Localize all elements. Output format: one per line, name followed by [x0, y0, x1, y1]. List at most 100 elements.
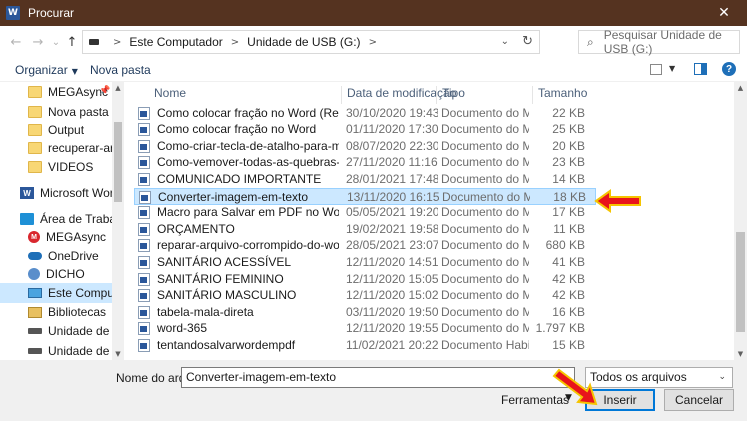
column-header-name[interactable]: Nome: [154, 86, 186, 104]
scroll-up-icon[interactable]: ▲: [112, 84, 124, 92]
navigation-pane: MEGAsync 📌 Nova pasta Output recuperar-a…: [0, 82, 124, 360]
view-options-icon[interactable]: [650, 64, 662, 75]
sidebar-item-output[interactable]: Output: [0, 120, 112, 140]
sidebar-item-bibliotecas[interactable]: Bibliotecas: [0, 302, 112, 322]
scroll-down-icon[interactable]: ▼: [734, 350, 747, 358]
mega-icon: M: [28, 231, 40, 243]
recent-locations-chevron-icon[interactable]: ⌄: [48, 34, 64, 50]
breadcrumb-usb-drive[interactable]: Unidade de USB (G:): [247, 35, 360, 49]
table-row[interactable]: tentandosalvarwordempdf 11/02/2021 20:22 D…: [134, 337, 596, 354]
table-row[interactable]: SANITÁRIO MASCULINO 12/11/2020 15:02 Docum…: [134, 287, 596, 304]
file-size: 14 KB: [552, 172, 585, 186]
up-arrow-icon[interactable]: ↑: [64, 34, 80, 50]
file-size: 16 KB: [552, 304, 585, 319]
table-row[interactable]: Como colocar fração no Word (Recuperado)…: [134, 105, 596, 122]
new-folder-button[interactable]: Nova pasta: [90, 63, 151, 77]
back-arrow-icon[interactable]: ←: [8, 34, 24, 50]
file-type-filter-select[interactable]: Todos os arquivos ⌄: [585, 367, 733, 388]
file-name: ORÇAMENTO: [157, 221, 235, 236]
table-row[interactable]: Como-vemover-todas-as-quebras-de-se... 27…: [134, 154, 596, 171]
address-bar[interactable]: > Este Computador > Unidade de USB (G:) …: [82, 30, 540, 54]
file-type: Documento do Mi...: [441, 122, 529, 137]
word-document-icon: [138, 289, 150, 303]
preview-pane-icon[interactable]: [694, 63, 707, 75]
view-caret-icon[interactable]: ▼: [669, 64, 675, 73]
table-row[interactable]: COMUNICADO IMPORTANTE 28/01/2021 17:48 Doc…: [134, 171, 596, 188]
cancel-button[interactable]: Cancelar: [664, 389, 734, 411]
sidebar-item-usb-drive[interactable]: Unidade de USB: [0, 341, 112, 360]
table-row[interactable]: SANITÁRIO FEMININO 12/11/2020 15:05 Docume…: [134, 271, 596, 288]
file-type: Documento Habili...: [441, 338, 529, 352]
help-icon[interactable]: ?: [722, 62, 736, 76]
sidebar-item-megasync[interactable]: M MEGAsync: [0, 227, 112, 247]
sidebar-item-label: Área de Trabalho: [40, 212, 112, 226]
sidebar-item-area-de-trabalho[interactable]: Área de Trabalho: [0, 209, 112, 229]
file-type: Documento do Mi...: [441, 238, 529, 253]
search-input[interactable]: ⌕ Pesquisar Unidade de USB (G:): [578, 28, 740, 56]
file-list-scrollbar[interactable]: ▲ ▼: [734, 82, 747, 360]
table-row[interactable]: ORÇAMENTO 19/02/2021 19:58Documento do Mi…: [134, 221, 596, 238]
column-header-size[interactable]: Tamanho: [532, 86, 587, 104]
breadcrumb-separator: >: [113, 36, 122, 48]
file-type: Documento do Mi...: [441, 105, 529, 120]
breadcrumb-separator: >: [230, 36, 240, 48]
file-name: SANITÁRIO MASCULINO: [157, 288, 297, 303]
breadcrumb-separator: >: [368, 36, 377, 48]
table-row[interactable]: tabela-mala-direta 03/11/2020 19:50 Docume…: [134, 304, 596, 321]
file-name: Como colocar fração no Word: [157, 122, 317, 137]
table-row[interactable]: Como colocar fração no Word 01/11/2020 17…: [134, 121, 596, 138]
sidebar-item-onedrive[interactable]: OneDrive: [0, 246, 112, 266]
file-size: 17 KB: [552, 205, 585, 220]
file-size: 18 KB: [553, 189, 586, 204]
command-toolbar: Organizar ▼ Nova pasta ▼ ?: [0, 58, 747, 82]
table-row[interactable]: Converter-imagem-em-texto 13/11/2020 16:1…: [134, 187, 596, 205]
scroll-up-icon[interactable]: ▲: [734, 84, 747, 92]
onedrive-icon: [28, 252, 42, 260]
table-row[interactable]: SANITÁRIO ACESSÍVEL 12/11/2020 14:51 Docum…: [134, 254, 596, 271]
refresh-icon[interactable]: ↻: [522, 34, 533, 49]
file-type: Documento do Mi...: [441, 271, 529, 286]
close-icon[interactable]: ✕: [701, 0, 747, 26]
filename-input[interactable]: Converter-imagem-em-texto: [181, 367, 575, 388]
sidebar-item-recuperar-arquivo[interactable]: recuperar-arquiv: [0, 138, 112, 158]
file-size: 15 KB: [552, 338, 585, 352]
file-size: 22 KB: [552, 105, 585, 120]
sidebar-item-dicho[interactable]: DICHO: [0, 264, 112, 284]
table-row[interactable]: Macro para Salvar em PDF no Word 365 05/0…: [134, 204, 596, 221]
file-type: Documento do Mi...: [441, 205, 529, 220]
chevron-down-icon: ⌄: [718, 372, 726, 382]
breadcrumb-este-computador[interactable]: Este Computador: [129, 35, 222, 49]
file-type: Documento do Mi...: [441, 288, 529, 303]
sidebar-item-microsoft-word[interactable]: W Microsoft Word: [0, 183, 112, 203]
file-name: tentandosalvarwordempdf: [157, 338, 296, 352]
sidebar-scrollbar[interactable]: ▲ ▼: [112, 82, 124, 360]
word-document-icon: [138, 206, 150, 220]
file-size: 41 KB: [552, 255, 585, 269]
organize-button[interactable]: Organizar ▼: [15, 63, 78, 77]
window-title: Procurar: [28, 6, 75, 20]
search-placeholder: Pesquisar Unidade de USB (G:): [603, 28, 722, 56]
table-row[interactable]: word-365 12/11/2020 19:55Documento do Mi.…: [134, 320, 596, 337]
sidebar-item-label: Unidade de USB: [48, 344, 112, 358]
file-size: 23 KB: [552, 155, 585, 170]
sidebar-item-megasync-pinned[interactable]: MEGAsync: [0, 82, 112, 102]
sidebar-item-este-computador[interactable]: Este Computador: [0, 283, 112, 303]
file-size: 1.797 KB: [535, 321, 585, 336]
scroll-down-icon[interactable]: ▼: [112, 350, 124, 358]
forward-arrow-icon[interactable]: →: [30, 34, 46, 50]
scrollbar-thumb[interactable]: [114, 122, 122, 202]
sidebar-item-usb-drive[interactable]: Unidade de USB: [0, 321, 112, 341]
usb-drive-icon: [28, 328, 42, 334]
file-date: 30/10/2020 19:43: [346, 105, 438, 120]
sidebar-item-videos[interactable]: VIDEOS: [0, 157, 112, 177]
scrollbar-thumb[interactable]: [736, 232, 745, 332]
address-dropdown-icon[interactable]: ⌄: [501, 36, 509, 47]
file-type: Documento do Mi...: [441, 138, 529, 153]
table-row[interactable]: reparar-arquivo-corrompido-do-word 28/05/…: [134, 237, 596, 254]
column-header-type[interactable]: Tipo: [436, 86, 465, 104]
table-row[interactable]: Como-criar-tecla-de-atalho-para-macro...…: [134, 138, 596, 155]
sidebar-item-label: DICHO: [46, 267, 85, 281]
sidebar-item-nova-pasta[interactable]: Nova pasta: [0, 102, 112, 122]
file-date: 19/02/2021 19:58: [346, 221, 438, 236]
file-name: Macro para Salvar em PDF no Word 365: [157, 205, 339, 220]
